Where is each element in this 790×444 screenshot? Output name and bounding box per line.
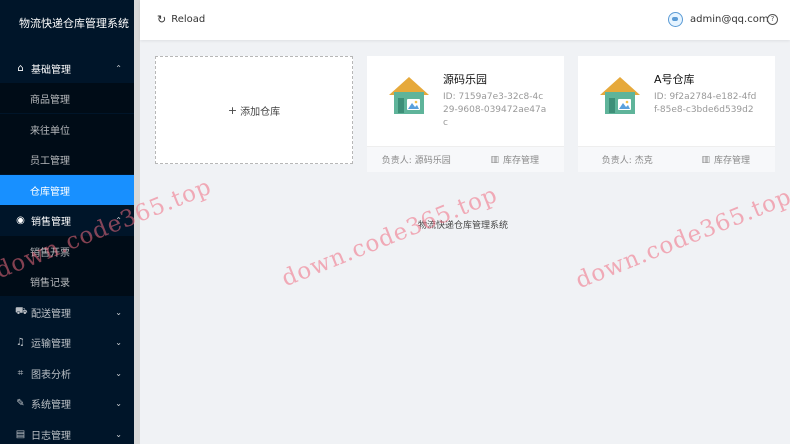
menu-charts-label: 图表分析 (31, 369, 71, 381)
avatar (668, 12, 683, 27)
warehouse-house-icon (600, 77, 640, 114)
user-menu[interactable]: admin@qq.com (668, 12, 769, 27)
chevron-up-icon: ⌃ (115, 63, 122, 73)
manager-text: 负责人: 杰克 (601, 156, 653, 166)
sidebar-item-partners[interactable]: 来往单位 (0, 114, 134, 144)
menu-charts[interactable]: ⌗ 图表分析 ⌄ (0, 358, 134, 388)
help-icon[interactable]: ? (767, 14, 778, 25)
chevron-down-icon: ⌄ (115, 398, 122, 408)
menu-basic[interactable]: ⌂ 基础管理 ⌃ (0, 53, 134, 83)
inventory-button[interactable]: ▥ 库存管理 (677, 147, 776, 172)
add-warehouse-label: 添加仓库 (240, 106, 281, 118)
top-header: ↻ Reload admin@qq.com ? (140, 0, 790, 40)
warehouse-id: ID: 7159a7e3-32c8-4c29-9608-039472ae47ac (443, 92, 547, 128)
line-chart-icon: ⌗ (17, 367, 24, 379)
reload-label: Reload (171, 14, 206, 25)
file-icon: ▤ (15, 428, 26, 440)
user-email: admin@qq.com (690, 14, 769, 25)
watermark: down.code365.top (572, 183, 790, 295)
menu-transport-label: 运输管理 (31, 338, 71, 350)
chevron-down-icon: ⌄ (115, 429, 122, 439)
add-warehouse-button[interactable]: + 添加仓库 (155, 56, 353, 164)
menu-delivery[interactable]: ⛟ 配送管理 ⌄ (0, 297, 134, 327)
card-actions: 负责人: 源码乐园 ▥ 库存管理 (367, 146, 564, 172)
warehouse-card[interactable]: 源码乐园 ID: 7159a7e3-32c8-4c29-9608-039472a… (367, 56, 564, 172)
app-title: 物流快递仓库管理系统 (19, 17, 129, 30)
reload-icon: ↻ (157, 13, 167, 26)
sidebar-item-products[interactable]: 商品管理 (0, 83, 134, 113)
manager-text: 负责人: 源码乐园 (381, 156, 451, 166)
chevron-down-icon: ⌄ (115, 307, 122, 317)
warehouse-id: ID: 9f2a2784-e182-4fdf-85e8-c3bde6d539d2 (654, 92, 757, 115)
sidebar-item-warehouses[interactable]: 仓库管理 (0, 175, 134, 205)
warehouse-house-icon (389, 77, 429, 114)
reload-button[interactable]: ↻ Reload (157, 13, 205, 26)
tool-icon: ✎ (16, 397, 25, 409)
sidebar-item-employees[interactable]: 员工管理 (0, 144, 134, 174)
watermark: down.code365.top (278, 181, 502, 293)
manager-label: 负责人: 杰克 (578, 147, 677, 172)
inventory-button[interactable]: ▥ 库存管理 (466, 147, 565, 172)
menu-logs-label: 日志管理 (31, 430, 71, 442)
chevron-down-icon: ⌄ (115, 368, 122, 378)
chevron-down-icon: ⌄ (115, 337, 122, 347)
inventory-label: 库存管理 (714, 156, 751, 166)
home-icon: ⌂ (17, 62, 24, 74)
bar-chart-icon: ▥ (701, 154, 710, 165)
menu-logs[interactable]: ▤ 日志管理 ⌄ (0, 419, 134, 444)
menu-system[interactable]: ✎ 系统管理 ⌄ (0, 388, 134, 418)
menu-transport[interactable]: ♫ 运输管理 ⌄ (0, 327, 134, 357)
sales-icon: ◉ (16, 214, 25, 226)
manager-label: 负责人: 源码乐园 (367, 147, 466, 172)
bell-icon: ♫ (16, 336, 25, 348)
menu-delivery-label: 配送管理 (31, 308, 71, 320)
plus-icon: + (227, 103, 238, 117)
menu-basic-label: 基础管理 (31, 64, 71, 76)
inventory-label: 库存管理 (503, 156, 540, 166)
warehouse-card[interactable]: A号仓库 ID: 9f2a2784-e182-4fdf-85e8-c3bde6d… (578, 56, 775, 172)
menu-system-label: 系统管理 (31, 399, 71, 411)
bar-chart-icon: ▥ (490, 154, 499, 165)
warehouse-name: 源码乐园 (443, 73, 487, 86)
card-actions: 负责人: 杰克 ▥ 库存管理 (578, 146, 775, 172)
warehouse-name: A号仓库 (654, 73, 695, 86)
menu-sales-label: 销售管理 (31, 216, 71, 228)
truck-icon: ⛟ (15, 305, 28, 317)
